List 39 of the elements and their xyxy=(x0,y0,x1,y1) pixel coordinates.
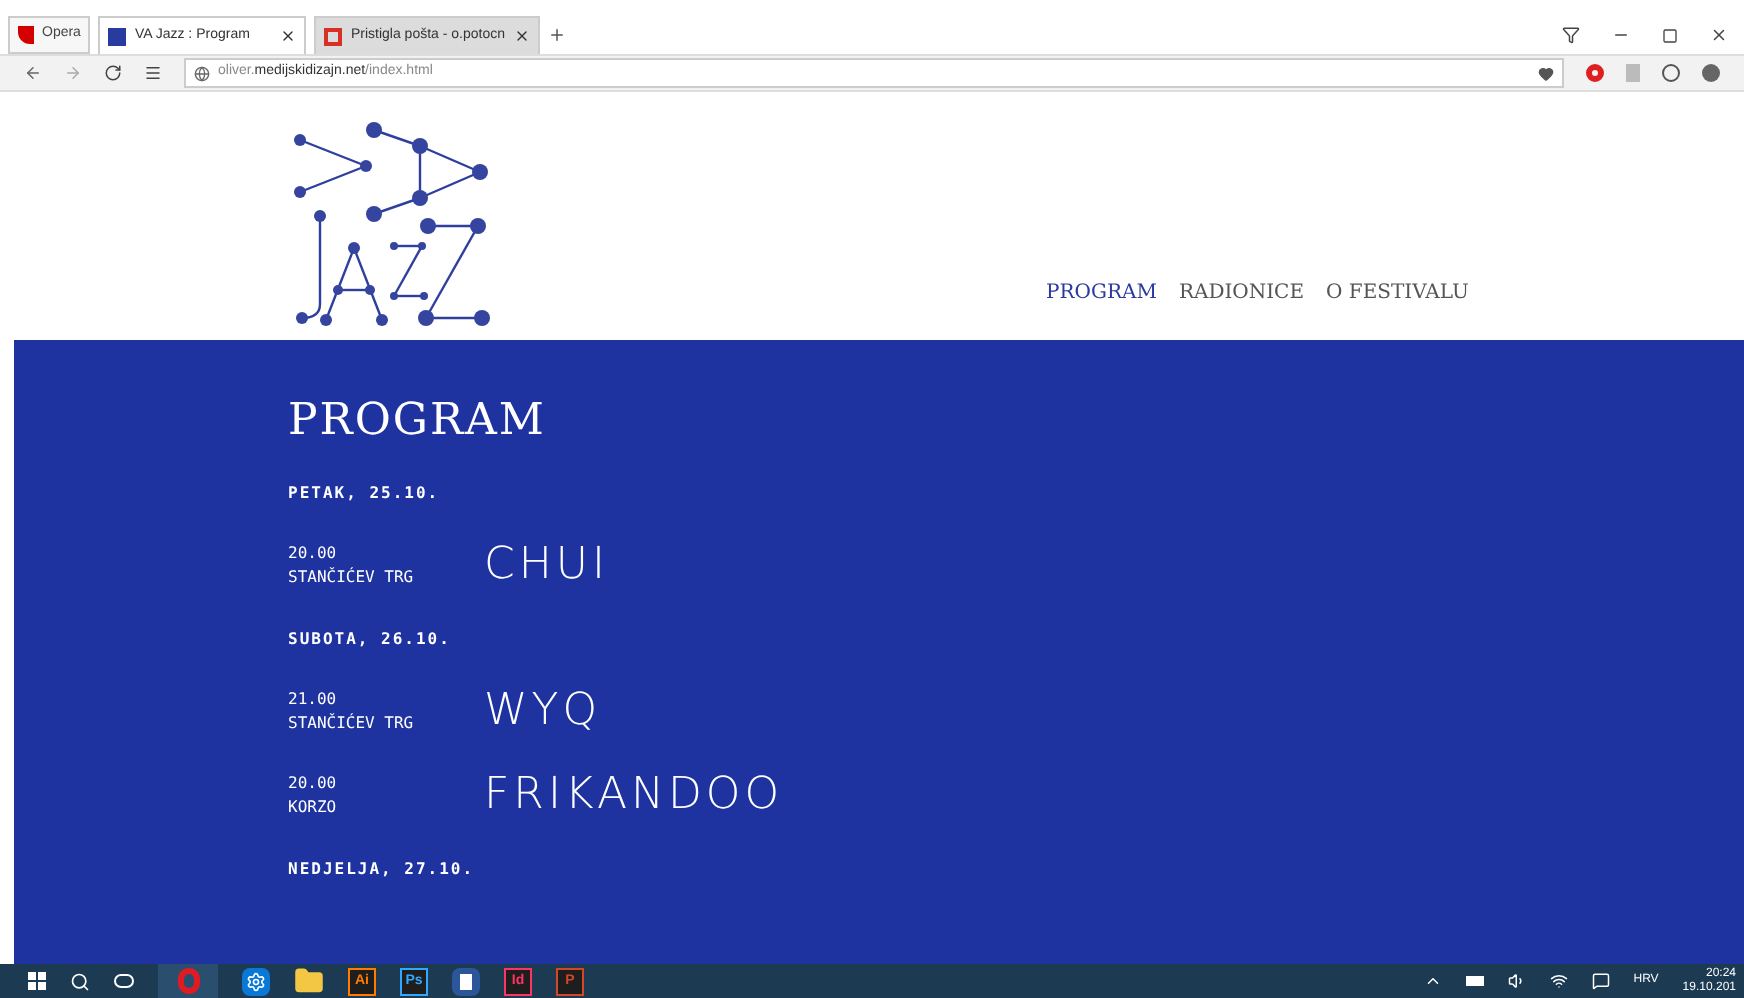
event-time: 20.00 xyxy=(288,542,339,566)
windows-start-icon[interactable] xyxy=(28,972,46,990)
close-window-icon[interactable] xyxy=(1710,26,1728,44)
heart-icon[interactable] xyxy=(1538,65,1554,81)
new-tab-icon[interactable] xyxy=(547,26,566,44)
event-venue: STANČIĆEV TRG xyxy=(288,566,416,590)
day-heading: SUBOTA, 26.10. xyxy=(288,628,453,652)
event-venue: STANČIĆEV TRG xyxy=(288,712,416,736)
task-view-icon[interactable] xyxy=(114,974,134,988)
globe-icon xyxy=(194,65,210,81)
day-heading: NEDJELJA, 27.10. xyxy=(288,858,477,882)
tab-menu-icon[interactable] xyxy=(1562,26,1580,44)
event-name: WYQ xyxy=(484,690,602,734)
document-taskbar-icon[interactable] xyxy=(452,967,480,995)
site-favicon-icon xyxy=(108,27,127,45)
speed-dial-icon[interactable] xyxy=(144,64,162,82)
folder-taskbar-icon[interactable] xyxy=(294,966,324,996)
close-icon[interactable] xyxy=(280,28,297,44)
event-name: FRIKANDOO xyxy=(484,774,784,818)
volume-icon[interactable] xyxy=(1507,972,1526,990)
network-icon[interactable] xyxy=(1549,972,1568,990)
day-heading: PETAK, 25.10. xyxy=(288,482,442,506)
program-heading: PROGRAM xyxy=(288,400,548,444)
event-name: CHUI xyxy=(484,544,609,588)
back-icon[interactable] xyxy=(24,64,42,82)
search-icon[interactable] xyxy=(70,971,90,991)
close-icon[interactable] xyxy=(513,28,530,44)
record-icon[interactable] xyxy=(1586,64,1604,82)
nav-link[interactable]: O FESTIVALU xyxy=(1326,278,1469,308)
event-time: 21.00 xyxy=(288,688,339,712)
nav-link[interactable]: RADIONICE xyxy=(1178,278,1305,308)
notification-icon[interactable] xyxy=(1591,972,1610,990)
gear-taskbar-icon[interactable] xyxy=(242,967,270,995)
nav-link[interactable]: PROGRAM xyxy=(1046,278,1157,308)
event-time: 20.00 xyxy=(288,772,339,796)
maximize-icon[interactable] xyxy=(1662,27,1678,43)
event-venue: KORZO xyxy=(288,796,339,820)
reload-icon[interactable] xyxy=(104,64,122,82)
chevron-icon[interactable] xyxy=(1423,972,1442,990)
